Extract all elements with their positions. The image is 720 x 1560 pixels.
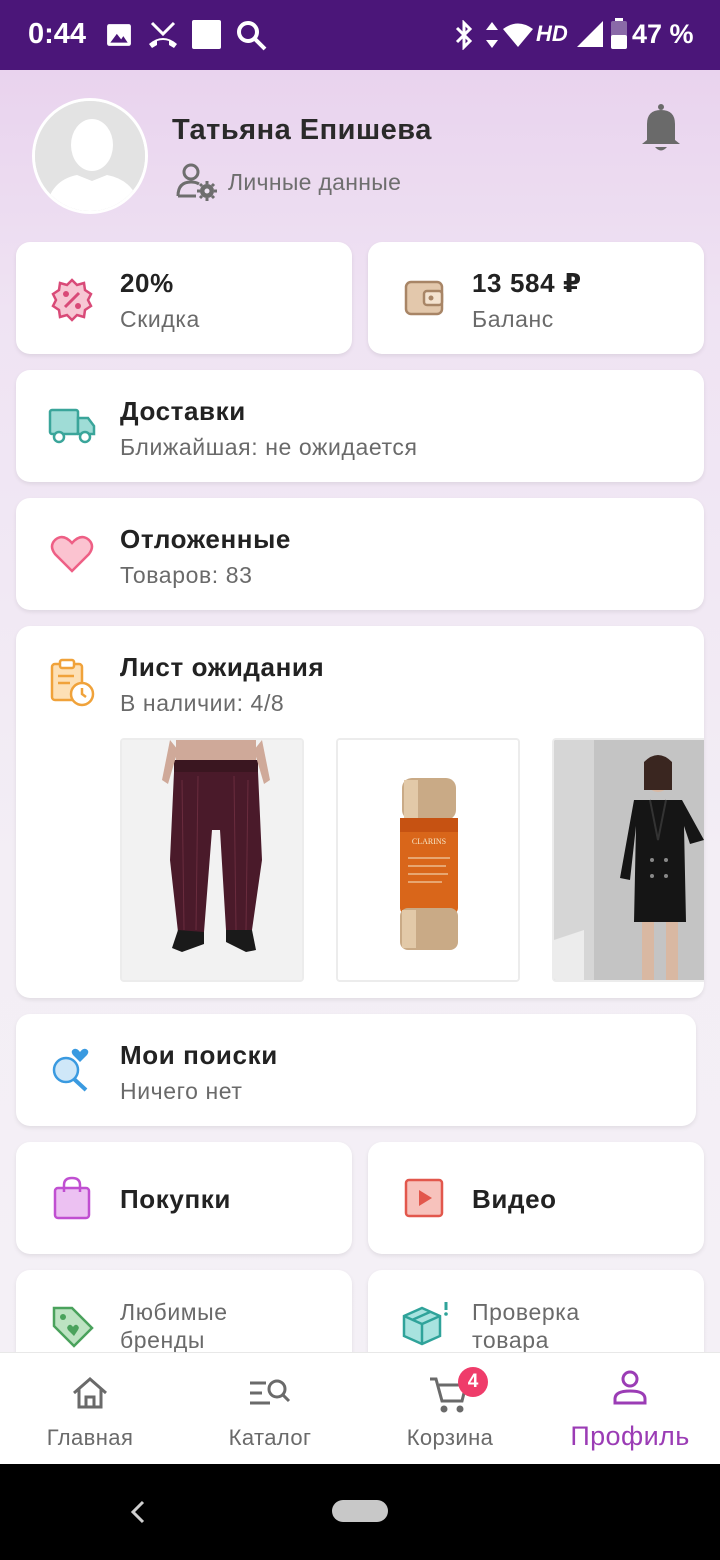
product-check-card[interactable]: Проверка товара bbox=[368, 1270, 704, 1352]
bluetooth-icon bbox=[455, 20, 473, 50]
blazer-dress-image bbox=[554, 740, 704, 980]
balance-label: Баланс bbox=[472, 306, 554, 332]
nav-cart-label: Корзина bbox=[406, 1425, 494, 1450]
data-arrows-icon bbox=[486, 22, 498, 48]
video-title: Видео bbox=[472, 1184, 557, 1214]
discount-label: Скидка bbox=[120, 306, 200, 332]
clipboard-clock-icon bbox=[50, 658, 95, 707]
saved-title: Отложенные bbox=[120, 524, 291, 554]
cart-count-badge: 4 bbox=[458, 1367, 488, 1397]
nav-profile[interactable]: Профиль bbox=[540, 1353, 720, 1465]
discount-card[interactable]: 20% Скидка bbox=[16, 242, 352, 354]
brand-tag-icon bbox=[52, 1306, 94, 1348]
searches-title: Мои поиски bbox=[120, 1040, 278, 1070]
box-check-icon bbox=[402, 1302, 448, 1346]
back-icon[interactable] bbox=[128, 1498, 148, 1526]
battery-percent: 47 % bbox=[632, 19, 694, 49]
purchases-card[interactable]: Покупки bbox=[16, 1142, 352, 1254]
search-icon bbox=[237, 21, 267, 51]
serum-bottle-image: CLARINS bbox=[338, 740, 518, 980]
network-type: HD bbox=[536, 21, 568, 46]
waitlist-title: Лист ожидания bbox=[120, 652, 325, 682]
heart-icon bbox=[50, 535, 94, 573]
notifications-bell-icon[interactable] bbox=[638, 102, 684, 154]
avatar[interactable] bbox=[32, 98, 148, 214]
wifi-icon bbox=[503, 23, 533, 47]
catalog-search-icon bbox=[250, 1379, 291, 1405]
favourite-brands-card[interactable]: Любимые бренды bbox=[16, 1270, 352, 1352]
saved-subtitle: Товаров: 83 bbox=[120, 562, 253, 588]
nav-profile-label: Профиль bbox=[570, 1421, 690, 1451]
trousers-image bbox=[122, 740, 302, 980]
personal-data-link[interactable]: Личные данные bbox=[176, 162, 401, 202]
status-bar: 0:44 HD 47 % bbox=[0, 0, 720, 70]
deliveries-card[interactable]: Доставки Ближайшая: не ожидается bbox=[16, 370, 704, 482]
search-heart-icon bbox=[52, 1048, 89, 1092]
user-name: Татьяна Епишева bbox=[172, 114, 432, 146]
discount-value: 20% bbox=[120, 268, 174, 298]
nav-catalog[interactable]: Каталог bbox=[180, 1353, 360, 1465]
balance-value: 13 584 ₽ bbox=[472, 268, 582, 298]
nav-home[interactable]: Главная bbox=[0, 1353, 180, 1465]
video-card[interactable]: Видео bbox=[368, 1142, 704, 1254]
waitlist-product-serum[interactable]: CLARINS bbox=[336, 738, 520, 982]
check-title: Проверка товара bbox=[472, 1298, 580, 1352]
bottom-navigation: Главная Каталог Корзина 4 Профиль bbox=[0, 1352, 720, 1464]
purchases-title: Покупки bbox=[120, 1184, 231, 1214]
shopping-bag-icon bbox=[53, 1176, 91, 1220]
gallery-icon bbox=[107, 24, 131, 46]
waitlist-product-dress[interactable] bbox=[552, 738, 704, 982]
personal-data-label: Личные данные bbox=[228, 168, 402, 195]
profile-content[interactable]: Татьяна Епишева Личные данные 20% Скидка bbox=[0, 70, 720, 1352]
wallet-icon bbox=[404, 280, 444, 316]
avatar-silhouette-icon bbox=[35, 101, 145, 211]
missed-call-icon bbox=[149, 21, 177, 48]
waitlist-product-trousers[interactable] bbox=[120, 738, 304, 982]
serum-label-text: CLARINS bbox=[412, 837, 446, 846]
brands-title-line2: бренды bbox=[120, 1327, 206, 1352]
brands-title-line1: Любимые bbox=[120, 1299, 228, 1325]
signal-icon bbox=[577, 21, 603, 47]
brands-title: Любимые бренды bbox=[120, 1298, 228, 1352]
deliveries-subtitle: Ближайшая: не ожидается bbox=[120, 434, 418, 460]
system-navigation-bar bbox=[0, 1464, 720, 1560]
nav-home-label: Главная bbox=[46, 1425, 134, 1450]
check-title-line1: Проверка bbox=[472, 1299, 580, 1325]
home-gesture-pill[interactable] bbox=[332, 1500, 388, 1522]
delivery-truck-icon bbox=[48, 408, 96, 444]
deliveries-title: Доставки bbox=[120, 396, 246, 426]
searches-subtitle: Ничего нет bbox=[120, 1078, 243, 1104]
saved-items-card[interactable]: Отложенные Товаров: 83 bbox=[16, 498, 704, 610]
waitlist-card[interactable]: Лист ожидания В наличии: 4/8 CLARINS bbox=[16, 626, 704, 998]
waitlist-subtitle: В наличии: 4/8 bbox=[120, 690, 285, 716]
nav-catalog-label: Каталог bbox=[228, 1425, 312, 1450]
notification-square-icon bbox=[192, 20, 221, 49]
home-icon bbox=[73, 1377, 107, 1409]
discount-badge-icon bbox=[51, 278, 93, 322]
profile-icon bbox=[613, 1370, 647, 1405]
status-time: 0:44 bbox=[28, 18, 87, 50]
my-searches-card[interactable]: Мои поиски Ничего нет bbox=[16, 1014, 696, 1126]
battery-icon bbox=[611, 18, 627, 49]
balance-card[interactable]: 13 584 ₽ Баланс bbox=[368, 242, 704, 354]
user-settings-icon bbox=[176, 163, 217, 201]
nav-cart[interactable]: Корзина bbox=[360, 1353, 540, 1465]
check-title-line2: товара bbox=[472, 1327, 550, 1352]
video-play-icon bbox=[404, 1178, 444, 1218]
